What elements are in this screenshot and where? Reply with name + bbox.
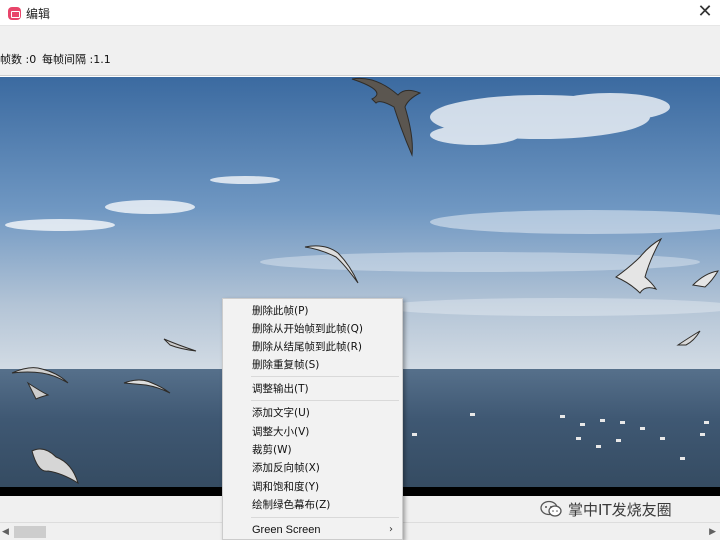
menu-separator [251,376,399,377]
menu-item-add-reverse-frames[interactable]: 添加反向帧(X) [223,459,402,477]
menu-item-delete-from-end[interactable]: 删除从结尾帧到此帧(R) [223,338,402,356]
menu-separator [251,400,399,401]
scroll-thumb[interactable] [14,526,46,538]
title-bar: 编辑 ✕ [0,0,720,26]
menu-item-resize[interactable]: 调整大小(V) [223,423,402,441]
menu-item-adjust-output[interactable]: 调整输出(T) [223,380,402,398]
menu-item-add-text[interactable]: 添加文字(U) [223,404,402,422]
menu-item-delete-duplicates[interactable]: 删除重复帧(S) [223,356,402,374]
scroll-left-arrow-icon[interactable]: ◀ [2,527,9,537]
wechat-logo-icon [540,500,562,517]
submenu-arrow-icon: › [389,524,393,535]
info-bar: 帧数 :0 每帧间隔 :1.1 [0,26,720,76]
context-menu: 删除此帧(P) 删除从开始帧到此帧(Q) 删除从结尾帧到此帧(R) 删除重复帧(… [222,298,403,540]
frame-count-label: 帧数 :0 [0,53,37,66]
watermark-text: 掌中IT发烧友圈 [568,500,672,519]
menu-separator [251,517,399,518]
frame-interval-label: 每帧间隔 :1.1 [42,53,111,66]
menu-item-green-screen[interactable]: Green Screen › [223,521,402,539]
watermark: 掌中IT发烧友圈 [540,498,672,520]
menu-item-saturation[interactable]: 调和饱和度(Y) [223,478,402,496]
scroll-right-arrow-icon[interactable]: ▶ [709,527,716,537]
app-icon [8,7,21,20]
menu-item-crop[interactable]: 裁剪(W) [223,441,402,459]
menu-item-delete-frame[interactable]: 删除此帧(P) [223,302,402,320]
close-button[interactable]: ✕ [694,2,716,24]
menu-item-draw-green-curtain[interactable]: 绘制绿色幕布(Z) [223,496,402,514]
menu-item-delete-from-start[interactable]: 删除从开始帧到此帧(Q) [223,320,402,338]
menu-item-green-screen-label: Green Screen [252,524,321,536]
window-title: 编辑 [26,7,51,21]
